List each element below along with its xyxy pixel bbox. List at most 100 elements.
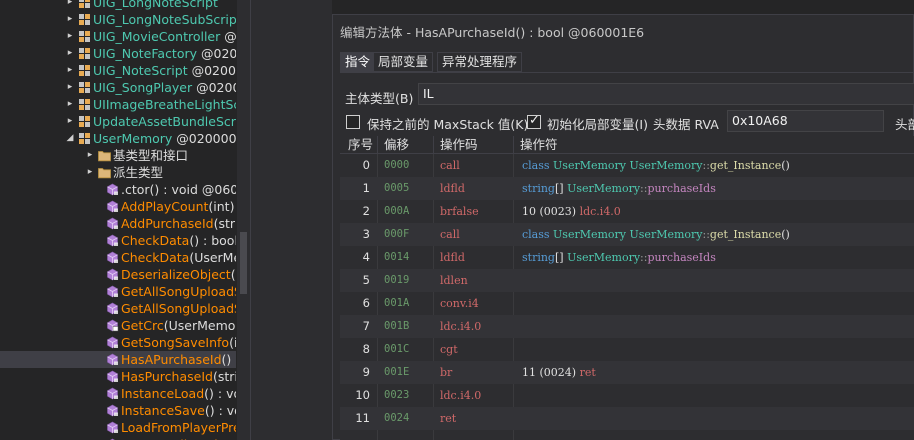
instruction-row[interactable]: 8 001C cgt bbox=[340, 338, 914, 361]
col-sep bbox=[433, 136, 434, 154]
tree-node-name: UIG_LongNoteSubScrip bbox=[93, 12, 236, 27]
instruction-opcode[interactable]: br bbox=[440, 361, 452, 384]
tree-class-node[interactable]: ▸ UIG_NoteFactory @020 bbox=[0, 45, 236, 62]
operand-token: [] bbox=[554, 251, 568, 264]
instruction-row[interactable]: 10 0023 ldc.i4.0 bbox=[340, 384, 914, 407]
instruction-operand[interactable]: 10 (0023) ldc.i4.0 bbox=[522, 200, 621, 223]
splitter-line bbox=[250, 0, 251, 440]
tree-method-node[interactable]: GetAllSongUploadSc bbox=[0, 300, 236, 317]
expand-arrow-icon[interactable]: ▸ bbox=[65, 113, 75, 130]
tree-method-node[interactable]: GetSongSaveInfo(int bbox=[0, 334, 236, 351]
tree-folder-node[interactable]: ▸ 基类型和接口 bbox=[0, 147, 236, 164]
tree-method-node[interactable]: .ctor() : void @06000 bbox=[0, 181, 236, 198]
expand-arrow-icon[interactable]: ▸ bbox=[65, 0, 75, 11]
tree-method-node[interactable]: GetCrc(UserMemory bbox=[0, 317, 236, 334]
instruction-opcode[interactable]: ldlen bbox=[440, 269, 468, 292]
tree-node-label: UIG_NoteFactory @020 bbox=[93, 45, 236, 62]
instruction-row[interactable]: 7 001B ldc.i4.0 bbox=[340, 315, 914, 338]
instruction-operand[interactable]: string[] UserMemory::purchaseIds bbox=[522, 246, 716, 269]
instruction-row[interactable]: 9 001E br 11 (0024) ret bbox=[340, 361, 914, 384]
tree-class-node[interactable]: ▸ UIG_NoteScript @0200 bbox=[0, 62, 236, 79]
tree-node-label: UserMemory @020000 bbox=[93, 130, 236, 147]
instruction-row[interactable]: 4 0014 ldfld string[] UserMemory::purchaseI… bbox=[340, 246, 914, 269]
tab-instructions[interactable]: 指令 bbox=[340, 52, 376, 72]
tree-class-node[interactable]: ◢ UserMemory @020000 bbox=[0, 130, 236, 147]
tree-method-node[interactable]: HasPurchaseId(strin bbox=[0, 368, 236, 385]
instruction-opcode[interactable]: call bbox=[440, 223, 460, 246]
tree-method-node[interactable]: CheckData() : bool @ bbox=[0, 232, 236, 249]
instruction-opcode[interactable]: ldfld bbox=[440, 246, 465, 269]
tree-method-node[interactable]: InstanceSave() : voic bbox=[0, 402, 236, 419]
tree-method-node[interactable]: AddPlayCount(int) : v bbox=[0, 198, 236, 215]
instruction-opcode[interactable]: ldc.i4.0 bbox=[440, 315, 481, 338]
keep-maxstack-checkbox[interactable] bbox=[346, 115, 360, 129]
col-opcode-header[interactable]: 操作码 bbox=[440, 136, 478, 154]
tree-class-node[interactable]: ▸ UIG_LongNoteScript bbox=[0, 0, 236, 11]
instruction-row[interactable]: 0 0000 call class UserMemory UserMemory::ge… bbox=[340, 154, 914, 177]
tree-class-node[interactable]: ▸ UIImageBreatheLightSc bbox=[0, 96, 236, 113]
expand-arrow-icon[interactable]: ▸ bbox=[65, 62, 75, 79]
tree-scrollbar-thumb[interactable] bbox=[240, 232, 247, 294]
instruction-operand[interactable]: string[] UserMemory::purchaseIds bbox=[522, 177, 716, 200]
instruction-opcode[interactable]: call bbox=[440, 154, 460, 177]
instruction-offset: 001E bbox=[384, 366, 410, 378]
tree-method-node[interactable]: RemoveAllPurchase bbox=[0, 436, 236, 440]
expand-arrow-icon[interactable]: ▸ bbox=[65, 96, 75, 113]
expand-arrow-icon[interactable]: ▸ bbox=[85, 147, 95, 164]
instruction-opcode[interactable]: ldfld bbox=[440, 177, 465, 200]
tree-class-node[interactable]: ▸ UpdateAssetBundleScri bbox=[0, 113, 236, 130]
tree-node-name: InstanceSave bbox=[121, 403, 205, 418]
expand-arrow-icon[interactable]: ▸ bbox=[85, 164, 95, 181]
expand-arrow-icon[interactable]: ▸ bbox=[65, 79, 75, 96]
instruction-row[interactable]: 6 001A conv.i4 bbox=[340, 292, 914, 315]
tab-locals[interactable]: 局部变量 bbox=[373, 52, 434, 72]
tree-node-name: 派生类型 bbox=[113, 165, 164, 180]
tree-node-name: UIG_LongNoteScript bbox=[93, 0, 218, 10]
tree-method-node[interactable]: DeserializeObject(by bbox=[0, 266, 236, 283]
tree-method-node[interactable]: HasAPurchaseId() : b bbox=[0, 351, 236, 368]
col-operand-header[interactable]: 操作符 bbox=[520, 136, 558, 154]
collapse-arrow-icon[interactable]: ◢ bbox=[65, 130, 75, 147]
expand-arrow-icon[interactable]: ▸ bbox=[65, 28, 75, 45]
instruction-operand[interactable]: class UserMemory UserMemory::get_Instanc… bbox=[522, 154, 790, 177]
tab-exception-handlers[interactable]: 异常处理程序 bbox=[437, 52, 523, 72]
header-rva-input[interactable]: 0x10A68 bbox=[727, 110, 884, 132]
col-index-header[interactable]: 序号 bbox=[348, 136, 373, 154]
init-locals-label[interactable]: 初始化局部变量(I) bbox=[547, 114, 648, 133]
operand-token: 11 (0024) bbox=[522, 366, 580, 379]
instruction-row[interactable]: 2 000A brfalse 10 (0023) ldc.i4.0 bbox=[340, 200, 914, 223]
instruction-row[interactable]: 3 000F call class UserMemory UserMemory::ge… bbox=[340, 223, 914, 246]
tree-node-label: UIG_LongNoteScript bbox=[93, 0, 218, 11]
instruction-operand[interactable]: class UserMemory UserMemory::get_Instanc… bbox=[522, 223, 790, 246]
tree-method-node[interactable]: GetAllSongUploadSc bbox=[0, 283, 236, 300]
instruction-opcode[interactable]: brfalse bbox=[440, 200, 479, 223]
init-locals-checkbox[interactable]: ✓ bbox=[527, 113, 541, 129]
tree-method-node[interactable]: InstanceLoad() : void bbox=[0, 385, 236, 402]
col-offset-header[interactable]: 偏移 bbox=[384, 136, 409, 154]
tree-node-label: UpdateAssetBundleScri bbox=[93, 113, 236, 130]
instruction-index: 7 bbox=[362, 319, 370, 333]
tree-node-label: UIImageBreatheLightSc bbox=[93, 96, 236, 113]
instruction-opcode[interactable]: conv.i4 bbox=[440, 292, 479, 315]
expand-arrow-icon[interactable]: ▸ bbox=[65, 45, 75, 62]
tree-method-node[interactable]: AddPurchaseId(strin bbox=[0, 215, 236, 232]
instruction-row[interactable]: 5 0019 ldlen bbox=[340, 269, 914, 292]
body-type-select[interactable]: IL bbox=[418, 83, 914, 105]
instruction-row[interactable]: 11 0024 ret bbox=[340, 407, 914, 430]
private-method-icon bbox=[106, 319, 119, 332]
tree-scrollbar[interactable] bbox=[237, 0, 250, 440]
instruction-opcode[interactable]: cgt bbox=[440, 338, 458, 361]
keep-maxstack-label[interactable]: 保持之前的 MaxStack 值(K) bbox=[367, 114, 528, 133]
tree-class-node[interactable]: ▸ UIG_LongNoteSubScrip bbox=[0, 11, 236, 28]
instruction-opcode[interactable]: ret bbox=[440, 407, 456, 430]
tree-class-node[interactable]: ▸ UIG_SongPlayer @0200 bbox=[0, 79, 236, 96]
instruction-operand[interactable]: 11 (0024) ret bbox=[522, 361, 596, 384]
tree-method-node[interactable]: CheckData(UserMer bbox=[0, 249, 236, 266]
tree-class-node[interactable]: ▸ UIG_MovieController @0200 bbox=[0, 28, 236, 45]
tree-folder-node[interactable]: ▸ 派生类型 bbox=[0, 164, 236, 181]
instruction-opcode[interactable]: ldc.i4.0 bbox=[440, 384, 481, 407]
instruction-row[interactable]: 1 0005 ldfld string[] UserMemory::purchaseI… bbox=[340, 177, 914, 200]
expand-arrow-icon[interactable]: ▸ bbox=[65, 11, 75, 28]
tree-method-node[interactable]: LoadFromPlayerPref bbox=[0, 419, 236, 436]
tree-node-name: CheckData bbox=[121, 250, 190, 265]
